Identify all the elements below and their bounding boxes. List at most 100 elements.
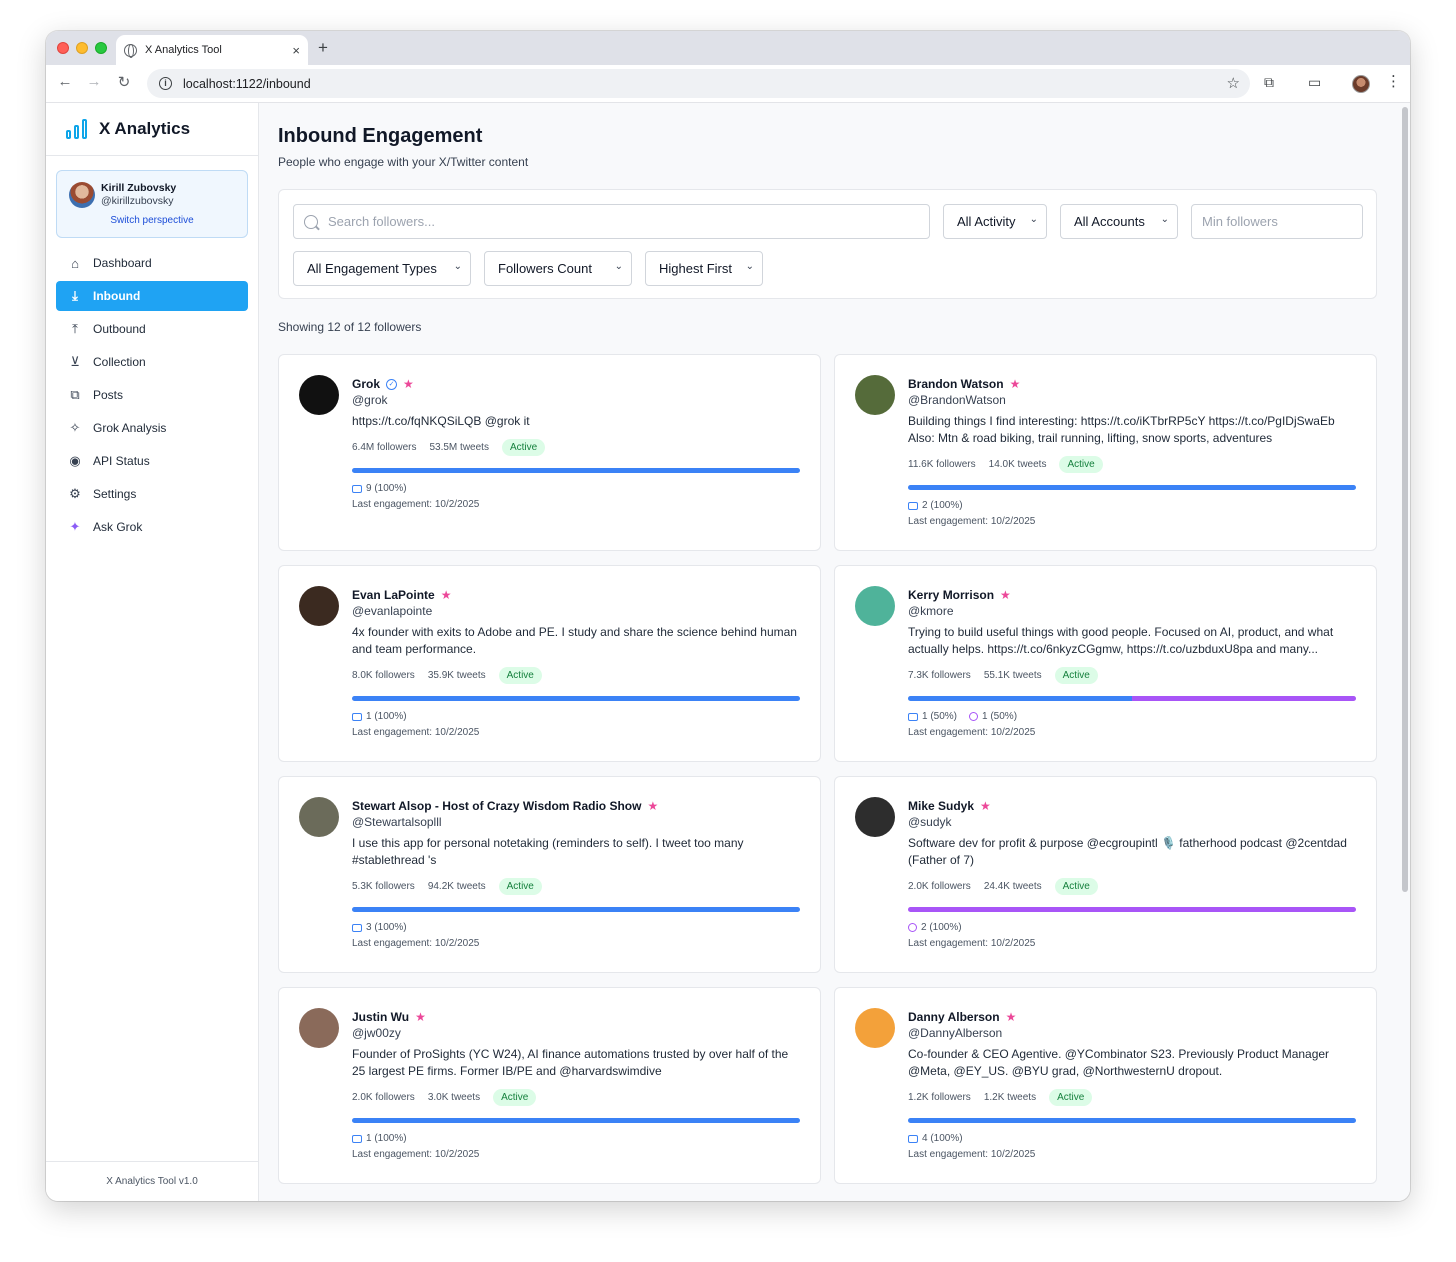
follower-bio: Trying to build useful things with good … xyxy=(908,625,1334,656)
follower-card[interactable]: Danny Alberson ★ @DannyAlberson Co-founder … xyxy=(834,987,1377,1184)
download-circle-icon: ⊻ xyxy=(70,354,80,369)
follower-bio: https://t.co/fqNKQSiLQB @grok it xyxy=(352,414,530,428)
follower-handle[interactable]: @jw00zy xyxy=(352,1026,800,1040)
follower-name[interactable]: Evan LaPointe xyxy=(352,588,435,602)
back-arrow-icon[interactable]: ← xyxy=(54,73,76,90)
sidebar: X Analytics Kirill Zubovsky @kirillzubov… xyxy=(46,103,259,1201)
min-followers-input[interactable] xyxy=(1191,204,1363,239)
reply-count: 1 (100%) xyxy=(352,711,407,722)
sidebar-item-posts[interactable]: ⧉ Posts xyxy=(56,380,248,410)
follower-name[interactable]: Grok xyxy=(352,377,380,391)
favorite-star-icon[interactable]: ★ xyxy=(415,1010,426,1024)
follower-avatar[interactable] xyxy=(855,797,895,837)
reply-share-bar xyxy=(352,468,800,473)
follower-avatar[interactable] xyxy=(299,375,339,415)
search-input[interactable] xyxy=(328,214,908,229)
accounts-select[interactable]: All Accounts ⌄ xyxy=(1060,204,1178,239)
follower-name[interactable]: Brandon Watson xyxy=(908,377,1004,391)
follower-handle[interactable]: @evanlapointe xyxy=(352,604,800,618)
follower-card[interactable]: Kerry Morrison ★ @kmore Trying to build use… xyxy=(834,565,1377,762)
new-tab-button[interactable]: + xyxy=(318,38,328,58)
brand: X Analytics xyxy=(46,103,258,156)
tweets-count: 1.2K tweets xyxy=(983,1091,1037,1103)
profile-avatar[interactable] xyxy=(1352,75,1370,93)
browser-tab[interactable]: X Analytics Tool × xyxy=(116,35,308,65)
follower-card[interactable]: Justin Wu ★ @jw00zy Founder of ProSights (Y… xyxy=(278,987,821,1184)
follower-avatar[interactable] xyxy=(855,375,895,415)
sidebar-item-label: Posts xyxy=(93,388,124,402)
sidebar-item-label: API Status xyxy=(93,454,150,468)
sidebar-item-grok-analysis[interactable]: ✧ Grok Analysis xyxy=(56,413,248,443)
sidebar-item-collection[interactable]: ⊻ Collection xyxy=(56,347,248,377)
close-window-button[interactable] xyxy=(57,42,69,54)
follower-name[interactable]: Kerry Morrison xyxy=(908,588,994,602)
quote-share-bar xyxy=(1132,696,1356,701)
user-avatar xyxy=(69,182,95,208)
scrollbar[interactable] xyxy=(1402,107,1408,892)
sidebar-item-label: Outbound xyxy=(93,322,146,336)
sidebar-item-settings[interactable]: ⚙ Settings xyxy=(56,479,248,509)
follower-card[interactable]: Stewart Alsop - Host of Crazy Wisdom Rad… xyxy=(278,776,821,973)
favorite-star-icon[interactable]: ★ xyxy=(980,799,991,813)
engagement-type-select[interactable]: All Engagement Types ⌄ xyxy=(293,251,471,286)
page-subtitle: People who engage with your X/Twitter co… xyxy=(278,155,529,169)
site-info-icon[interactable]: i xyxy=(159,77,172,90)
chevron-down-icon: ⌄ xyxy=(453,261,462,272)
follower-handle[interactable]: @sudyk xyxy=(908,815,1356,829)
search-box[interactable] xyxy=(293,204,930,239)
sidebar-item-ask-grok[interactable]: ✦ Ask Grok xyxy=(56,512,248,542)
url-text[interactable]: localhost:1122/inbound xyxy=(183,77,311,91)
follower-name[interactable]: Stewart Alsop - Host of Crazy Wisdom Rad… xyxy=(352,799,641,813)
tweets-count: 55.1K tweets xyxy=(983,669,1042,681)
forward-arrow-icon[interactable]: → xyxy=(83,73,105,90)
follower-avatar[interactable] xyxy=(855,586,895,626)
follower-card[interactable]: Brandon Watson ★ @BrandonWatson Building th… xyxy=(834,354,1377,551)
follower-avatar[interactable] xyxy=(299,586,339,626)
sort-order-select[interactable]: Highest First ⌄ xyxy=(645,251,763,286)
reload-icon[interactable]: ↻ xyxy=(113,73,135,91)
favorite-star-icon[interactable]: ★ xyxy=(403,377,414,391)
menu-kebab-icon[interactable]: ⋮ xyxy=(1386,72,1401,90)
follower-card[interactable]: Mike Sudyk ★ @sudyk Software dev for profit… xyxy=(834,776,1377,973)
follower-avatar[interactable] xyxy=(299,1008,339,1048)
switch-perspective-link[interactable]: Switch perspective xyxy=(57,215,247,226)
activity-select[interactable]: All Activity ⌄ xyxy=(943,204,1047,239)
sidebar-item-inbound[interactable]: ⤓ Inbound xyxy=(56,281,248,311)
reply-share-bar xyxy=(352,696,800,701)
follower-card[interactable]: Grok ✓ ★ @grok https://t.co/fqNKQSiLQB @grok… xyxy=(278,354,821,551)
minimize-window-button[interactable] xyxy=(76,42,88,54)
follower-name[interactable]: Danny Alberson xyxy=(908,1010,1000,1024)
tab-strip: X Analytics Tool × + xyxy=(46,31,1410,65)
follower-name[interactable]: Mike Sudyk xyxy=(908,799,974,813)
favorite-star-icon[interactable]: ★ xyxy=(1010,377,1021,391)
extensions-icon[interactable]: ⧉ xyxy=(1264,74,1274,91)
bookmark-star-icon[interactable]: ☆ xyxy=(1227,74,1240,92)
address-bar[interactable]: i localhost:1122/inbound ☆ xyxy=(147,69,1250,98)
follower-card[interactable]: Evan LaPointe ★ @evanlapointe 4x founder wi… xyxy=(278,565,821,762)
sidebar-item-dashboard[interactable]: ⌂ Dashboard xyxy=(56,248,248,278)
sidebar-item-outbound[interactable]: ⤒ Outbound xyxy=(56,314,248,344)
favorite-star-icon[interactable]: ★ xyxy=(647,799,658,813)
favorite-star-icon[interactable]: ★ xyxy=(441,588,452,602)
follower-avatar[interactable] xyxy=(855,1008,895,1048)
sort-by-select[interactable]: Followers Count ⌄ xyxy=(484,251,632,286)
follower-handle[interactable]: @kmore xyxy=(908,604,1356,618)
favorite-star-icon[interactable]: ★ xyxy=(1000,588,1011,602)
follower-avatar[interactable] xyxy=(299,797,339,837)
last-engagement: Last engagement: 10/2/2025 xyxy=(352,499,480,510)
follower-handle[interactable]: @BrandonWatson xyxy=(908,393,1356,407)
followers-count: 7.3K followers xyxy=(908,669,971,681)
tab-close-icon[interactable]: × xyxy=(292,43,300,58)
maximize-window-button[interactable] xyxy=(95,42,107,54)
page-title: Inbound Engagement xyxy=(278,125,483,147)
favorite-star-icon[interactable]: ★ xyxy=(1006,1010,1017,1024)
app: X Analytics Kirill Zubovsky @kirillzubov… xyxy=(46,103,1410,1201)
sidebar-item-api-status[interactable]: ◉ API Status xyxy=(56,446,248,476)
cast-icon[interactable]: ▭ xyxy=(1308,74,1321,91)
follower-handle[interactable]: @grok xyxy=(352,393,800,407)
follower-handle[interactable]: @Stewartalsoplll xyxy=(352,815,800,829)
brand-title: X Analytics xyxy=(99,119,191,138)
filters-panel: All Activity ⌄ All Accounts ⌄ All Engage… xyxy=(278,189,1377,299)
follower-handle[interactable]: @DannyAlberson xyxy=(908,1026,1356,1040)
follower-name[interactable]: Justin Wu xyxy=(352,1010,409,1024)
